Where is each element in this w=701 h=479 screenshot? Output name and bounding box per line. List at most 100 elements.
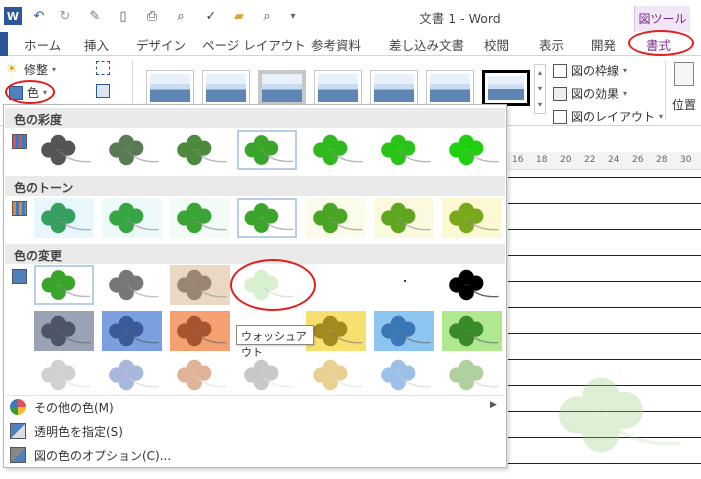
new-document-icon[interactable]: ▯ bbox=[114, 7, 132, 25]
ruler-number: 28 bbox=[656, 155, 668, 165]
picture-border-label: 図の枠線 bbox=[571, 64, 620, 78]
recolor-dark-light-blue[interactable] bbox=[374, 311, 434, 351]
quick-edit-icon[interactable]: ✎ bbox=[86, 7, 104, 25]
repeat-icon[interactable]: ↻ bbox=[56, 7, 74, 25]
grid-line bbox=[508, 333, 701, 334]
recolor-black-white-50[interactable] bbox=[442, 265, 502, 305]
submenu-arrow-icon: ▶ bbox=[490, 400, 497, 410]
recolor-dark-blue[interactable] bbox=[102, 311, 162, 351]
recolor-light-gray[interactable] bbox=[34, 355, 94, 395]
set-transparent-color-icon bbox=[10, 423, 26, 439]
picture-style-5[interactable] bbox=[370, 70, 418, 106]
dropdown-arrow-icon: ▾ bbox=[623, 89, 628, 98]
print-icon[interactable]: ⎙ bbox=[143, 7, 161, 25]
tab-insert[interactable]: 挿入 bbox=[84, 35, 109, 54]
set-transparent-color-menu-item[interactable]: 透明色を指定(S) bbox=[10, 420, 500, 442]
saturation-200[interactable] bbox=[306, 130, 366, 170]
tone-7200k[interactable] bbox=[306, 198, 366, 238]
undo-icon[interactable]: ↶ bbox=[30, 7, 48, 25]
clover-picture-washout[interactable] bbox=[545, 355, 685, 475]
compress-pictures-icon bbox=[96, 61, 110, 75]
customize-qat-icon[interactable]: ▾ bbox=[284, 7, 302, 25]
recolor-dark-1[interactable] bbox=[34, 311, 94, 351]
tab-review[interactable]: 校閲 bbox=[484, 35, 509, 54]
dropdown-arrow-icon: ▾ bbox=[623, 66, 628, 75]
tone-6500k[interactable] bbox=[237, 198, 297, 238]
compress-pictures-button[interactable] bbox=[96, 61, 110, 75]
picture-style-2[interactable] bbox=[202, 70, 250, 106]
open-folder-icon[interactable]: ▰ bbox=[230, 7, 248, 25]
picture-style-4[interactable] bbox=[314, 70, 362, 106]
change-picture-button[interactable] bbox=[96, 84, 110, 98]
recolor-dark-green[interactable] bbox=[442, 311, 502, 351]
picture-tools-context-label: 図ツール bbox=[634, 6, 690, 32]
recolor-sepia[interactable] bbox=[170, 265, 230, 305]
more-colors-menu-item[interactable]: その他の色(M) bbox=[10, 396, 500, 418]
recolor-none[interactable] bbox=[34, 265, 94, 305]
recolor-black-white-25[interactable] bbox=[374, 265, 434, 305]
picture-color-options-menu-item[interactable]: 図の色のオプション(C)... bbox=[10, 444, 500, 466]
picture-style-1[interactable] bbox=[146, 70, 194, 106]
horizontal-ruler: 16 18 20 22 24 26 28 30 bbox=[508, 152, 701, 170]
tone-8800k[interactable] bbox=[374, 198, 434, 238]
saturation-33[interactable] bbox=[102, 130, 162, 170]
tone-5300k[interactable] bbox=[102, 198, 162, 238]
styles-gallery-scroll[interactable]: ▴ ▾ ▾ bbox=[534, 64, 546, 114]
saturation-400[interactable] bbox=[442, 130, 502, 170]
picture-effects-button[interactable]: 図の効果 ▾ bbox=[553, 85, 627, 102]
tab-developer[interactable]: 開発 bbox=[591, 35, 616, 54]
search-icon[interactable]: ⌕ bbox=[258, 7, 276, 25]
picture-color-options-icon bbox=[10, 447, 26, 463]
annotation-circle-format-tab bbox=[628, 30, 694, 56]
position-label[interactable]: 位置 bbox=[672, 96, 696, 113]
tab-page-layout[interactable]: ページ レイアウト bbox=[202, 35, 306, 54]
tab-design[interactable]: デザイン bbox=[136, 35, 186, 54]
grid-line bbox=[508, 307, 701, 308]
window-title: 文書 1 - Word bbox=[419, 11, 501, 26]
annotation-circle-washout bbox=[230, 259, 316, 311]
ruler-number: 26 bbox=[632, 155, 644, 165]
saturation-66[interactable] bbox=[170, 130, 230, 170]
recolor-icon bbox=[12, 269, 27, 284]
corrections-icon: ☀ bbox=[6, 61, 18, 77]
grid-line bbox=[508, 177, 701, 178]
recolor-light-green[interactable] bbox=[442, 355, 502, 395]
tab-home[interactable]: ホーム bbox=[24, 35, 61, 54]
recolor-light-blue[interactable] bbox=[102, 355, 162, 395]
tab-references[interactable]: 参考資料 bbox=[311, 35, 361, 54]
recolor-dark-gold[interactable] bbox=[306, 311, 366, 351]
print-preview-icon[interactable]: ⌕ bbox=[172, 7, 190, 25]
set-transparent-color-label: 透明色を指定(S) bbox=[34, 424, 123, 439]
recolor-light-gold[interactable] bbox=[306, 355, 366, 395]
saturation-0[interactable] bbox=[34, 130, 94, 170]
recolor-grayscale[interactable] bbox=[102, 265, 162, 305]
ruler-number: 22 bbox=[584, 155, 596, 165]
tab-mailings[interactable]: 差し込み文書 bbox=[389, 35, 464, 54]
corrections-label: 修整 bbox=[24, 63, 49, 77]
saturation-300[interactable] bbox=[374, 130, 434, 170]
recolor-light-neutral[interactable] bbox=[237, 355, 297, 395]
tab-file[interactable] bbox=[0, 32, 8, 56]
picture-layout-button[interactable]: 図のレイアウト ▾ bbox=[553, 108, 663, 125]
picture-border-button[interactable]: 図の枠線 ▾ bbox=[553, 62, 627, 79]
picture-style-7[interactable] bbox=[482, 70, 530, 106]
tone-5900k[interactable] bbox=[170, 198, 230, 238]
section-header-tone: 色のトーン bbox=[5, 176, 505, 196]
tone-4700k[interactable] bbox=[34, 198, 94, 238]
picture-effects-label: 図の効果 bbox=[571, 87, 620, 101]
saturation-100[interactable] bbox=[237, 130, 297, 170]
grid-line bbox=[508, 255, 701, 256]
recolor-light-orange[interactable] bbox=[170, 355, 230, 395]
ruler-number: 30 bbox=[680, 155, 692, 165]
section-header-saturation: 色の彩度 bbox=[5, 108, 505, 128]
recolor-dark-orange[interactable] bbox=[170, 311, 230, 351]
picture-style-3[interactable] bbox=[258, 70, 306, 106]
corrections-button[interactable]: ☀ 修整 ▾ bbox=[6, 61, 56, 78]
spelling-icon[interactable]: ✓ bbox=[202, 7, 220, 25]
recolor-light-sky[interactable] bbox=[374, 355, 434, 395]
tone-11200k[interactable] bbox=[442, 198, 502, 238]
tab-view[interactable]: 表示 bbox=[539, 35, 564, 54]
word-logo-icon[interactable]: W bbox=[4, 7, 22, 25]
position-icon[interactable] bbox=[674, 62, 694, 86]
picture-style-6[interactable] bbox=[426, 70, 474, 106]
